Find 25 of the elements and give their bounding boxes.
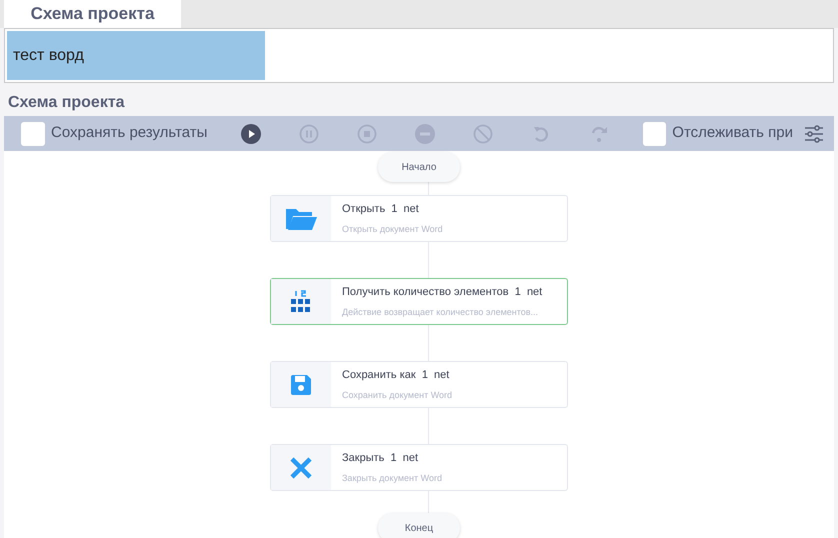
node-title: Закрыть 1 net	[342, 451, 420, 466]
checkbox[interactable]	[21, 122, 45, 146]
project-item[interactable]: тест ворд	[7, 31, 265, 80]
settings-icon[interactable]	[804, 124, 824, 144]
section-title: Схема проекта	[7, 93, 126, 113]
node-description: Сохранить документ Word	[342, 388, 452, 402]
node-description: Открыть документ Word	[342, 222, 443, 236]
action-node[interactable]: Открыть 1 net Открыть документ Word	[270, 195, 568, 242]
checkbox-label: Сохранять результаты	[51, 123, 208, 144]
start-node: Начало	[378, 152, 460, 182]
play-button[interactable]	[241, 124, 261, 144]
action-node[interactable]: Закрыть 1 net Закрыть документ Word	[270, 444, 568, 491]
grid-icon	[289, 290, 313, 314]
close-icon	[289, 456, 313, 480]
tab[interactable]: Схема проекта	[4, 0, 181, 28]
node-title: Сохранить как 1 net	[342, 368, 450, 383]
node-description: Действие возвращает количество элементов...	[342, 306, 540, 319]
node-title: Открыть 1 net	[342, 202, 420, 217]
action-node[interactable]: Получить количество элементов 1 net Действие возвращает количество элементов...	[270, 278, 568, 325]
node-description: Закрыть документ Word	[342, 472, 442, 485]
end-node: Конец	[378, 513, 460, 538]
checkbox-label: Отслеживать при	[672, 123, 793, 144]
node-title: Получить количество элементов 1 net	[342, 285, 542, 300]
checkbox[interactable]	[643, 122, 666, 146]
action-node[interactable]: Сохранить как 1 net Сохранить документ Word	[270, 361, 568, 408]
